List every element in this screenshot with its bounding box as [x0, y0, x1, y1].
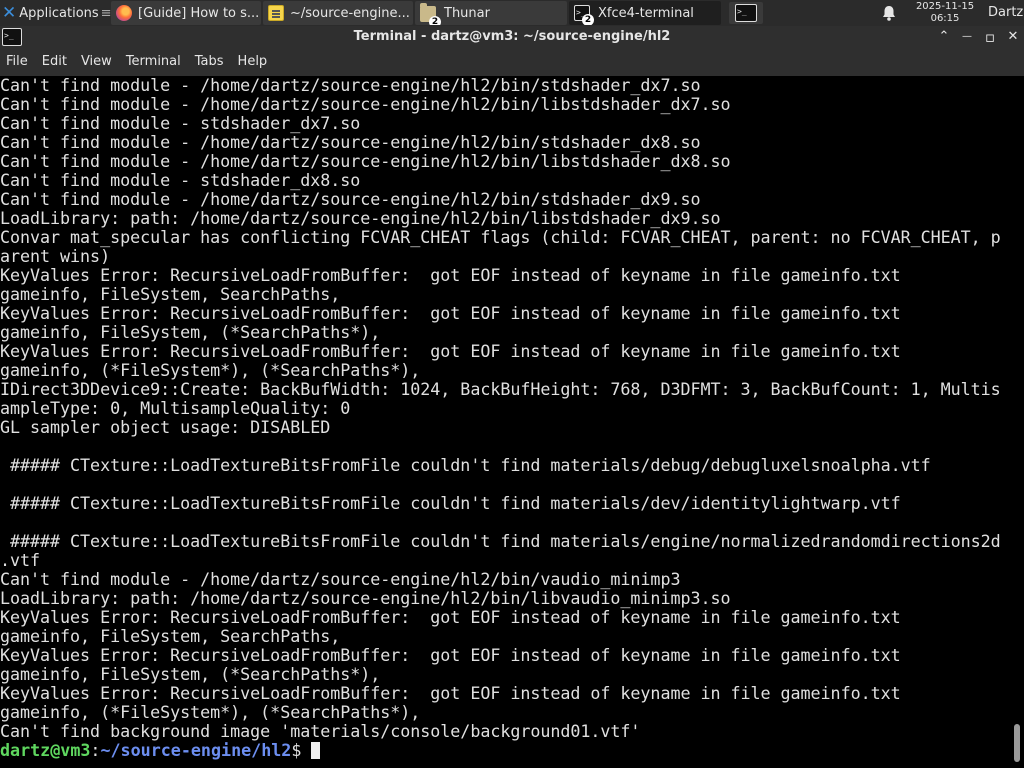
terminal-icon: 2	[574, 5, 594, 25]
taskbar-item-label: ~/source-engine...	[290, 5, 410, 21]
terminal-scrollbar[interactable]	[1010, 76, 1024, 768]
window-titlebar[interactable]: Terminal - dartz@vm3: ~/source-engine/hl…	[0, 26, 1024, 48]
text-cursor	[311, 742, 321, 759]
notifications-bell-icon[interactable]	[880, 4, 898, 22]
firefox-icon	[116, 5, 132, 21]
shell-prompt[interactable]: dartz@vm3:~/source-engine/hl2$	[0, 741, 1010, 760]
prompt-path: ~/source-engine/hl2	[100, 740, 292, 760]
window-count-badge: 2	[582, 14, 594, 25]
menu-help[interactable]: Help	[231, 48, 275, 76]
terminal-output-area[interactable]: Can't find module - /home/dartz/source-e…	[0, 76, 1010, 768]
taskbar-item-terminal[interactable]: 2 Xfce4-terminal	[569, 1, 721, 25]
menu-terminal[interactable]: Terminal	[119, 48, 188, 76]
window-count-badge: 2	[429, 16, 441, 25]
menu-file[interactable]: File	[0, 48, 35, 76]
terminal-launcher-icon	[735, 4, 757, 22]
applications-menu-label: Applications	[19, 5, 99, 21]
applications-menu-separator: ≡	[100, 5, 112, 21]
close-window-button[interactable]: ✕	[1004, 28, 1022, 46]
terminal-launcher-button[interactable]	[729, 2, 763, 24]
text-editor-icon	[268, 5, 284, 21]
clock-date: 2025-11-15	[915, 1, 975, 12]
panel-clock[interactable]: 2025-11-15 06:15	[905, 0, 985, 26]
menu-edit[interactable]: Edit	[35, 48, 74, 76]
folder-icon: 2	[420, 3, 441, 25]
terminal-output-text: Can't find module - /home/dartz/source-e…	[0, 76, 1001, 741]
clock-time: 06:15	[930, 13, 960, 24]
taskbar-item-firefox[interactable]: [Guide] How to s...	[111, 1, 261, 25]
user-menu[interactable]: Dartz	[988, 0, 1023, 26]
prompt-separator: :	[90, 740, 101, 760]
taskbar-item-label: [Guide] How to s...	[138, 5, 260, 21]
shade-window-button[interactable]: ⌃	[935, 28, 953, 46]
minimize-window-button[interactable]: —	[958, 28, 976, 46]
menu-tabs[interactable]: Tabs	[188, 48, 231, 76]
applications-menu-button[interactable]: ✕ Applications ≡	[0, 0, 112, 26]
menu-view[interactable]: View	[74, 48, 119, 76]
top-panel: ✕ Applications ≡ [Guide] How to s... ~/s…	[0, 0, 1024, 26]
taskbar-item-label: Xfce4-terminal	[598, 5, 694, 21]
xfce-logo-icon: ✕	[2, 3, 17, 23]
scrollbar-thumb[interactable]	[1014, 724, 1020, 762]
maximize-window-button[interactable]: ▫	[981, 28, 999, 46]
menu-bar: File Edit View Terminal Tabs Help	[0, 48, 1024, 76]
window-title: Terminal - dartz@vm3: ~/source-engine/hl…	[353, 29, 671, 44]
prompt-user-host: dartz@vm3	[0, 740, 91, 760]
taskbar-item-thunar[interactable]: 2 Thunar	[415, 1, 567, 25]
prompt-symbol: $	[291, 740, 312, 760]
taskbar-item-label: Thunar	[444, 5, 490, 21]
taskbar-item-text-editor[interactable]: ~/source-engine...	[263, 1, 413, 25]
